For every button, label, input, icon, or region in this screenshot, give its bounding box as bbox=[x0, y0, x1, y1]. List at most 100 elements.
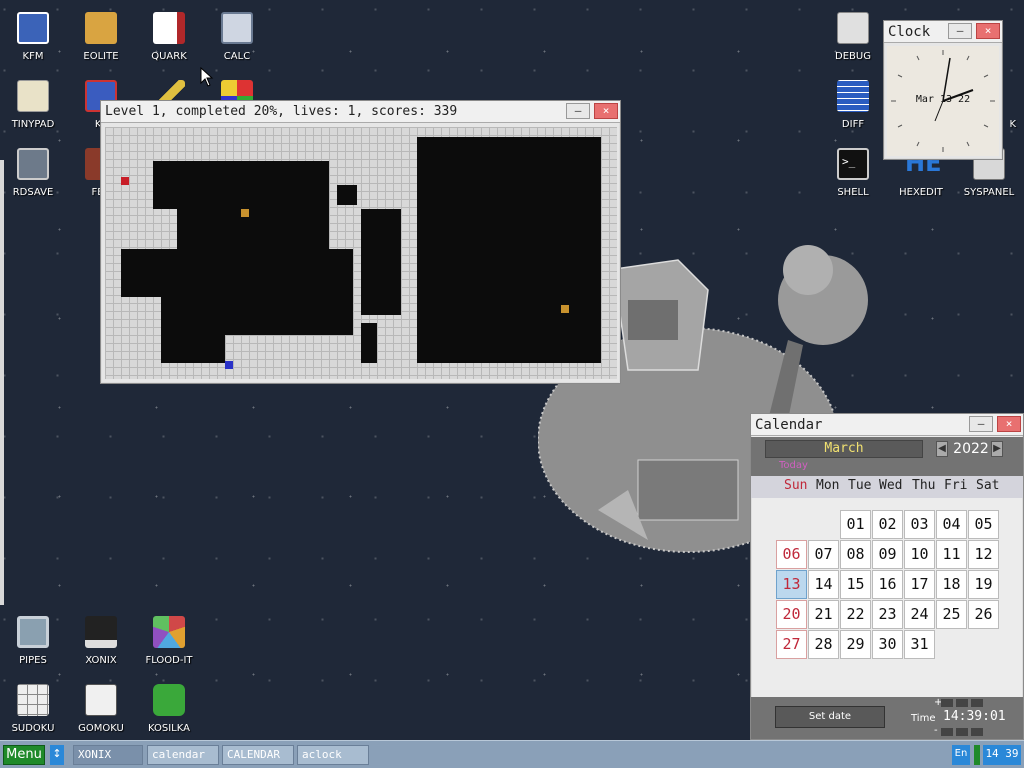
calendar-titlebar[interactable]: Calendar – × bbox=[751, 414, 1023, 436]
calendar-day[interactable]: 26 bbox=[968, 600, 999, 629]
minimize-button[interactable]: – bbox=[969, 416, 993, 432]
set-date-button[interactable]: Set date bbox=[775, 706, 885, 728]
gomoku-icon bbox=[85, 684, 117, 716]
weekday-sat: Sat bbox=[976, 478, 1000, 493]
desktop-icon-kfm[interactable]: KFM bbox=[0, 6, 66, 70]
game-field[interactable] bbox=[105, 127, 617, 379]
desktop-icon-shell[interactable]: >_ SHELL bbox=[820, 142, 886, 206]
calendar-title: Calendar bbox=[755, 417, 823, 433]
captured-area bbox=[417, 137, 601, 363]
calendar-day[interactable]: 17 bbox=[904, 570, 935, 599]
calendar-day[interactable]: 09 bbox=[872, 540, 903, 569]
calendar-day[interactable]: 21 bbox=[808, 600, 839, 629]
weekday-wed: Wed bbox=[879, 478, 903, 493]
terminal-icon: >_ bbox=[837, 148, 869, 180]
calendar-day[interactable]: 08 bbox=[840, 540, 871, 569]
calendar-window[interactable]: Calendar – × March ◀ 2022 ▶ Today Sun Mo… bbox=[750, 413, 1024, 740]
task-calendar-upper[interactable]: CALENDAR bbox=[222, 745, 294, 765]
xonix-icon bbox=[85, 616, 117, 648]
calendar-day[interactable]: 29 bbox=[840, 630, 871, 659]
today-link[interactable]: Today bbox=[779, 460, 808, 471]
captured-area bbox=[161, 327, 225, 363]
desktop-icon-gomoku[interactable]: GOMOKU bbox=[68, 678, 134, 742]
desktop-icon-label: XONIX bbox=[85, 655, 117, 666]
calendar-day[interactable]: 15 bbox=[840, 570, 871, 599]
calendar-day[interactable]: 22 bbox=[840, 600, 871, 629]
folder-icon bbox=[85, 12, 117, 44]
analog-clock-face: Mar 13 22 bbox=[887, 46, 999, 156]
desktop-icon-pipes[interactable]: PIPES bbox=[0, 610, 66, 674]
clock-titlebar[interactable]: Clock – × bbox=[884, 21, 1002, 43]
desktop-icon-calc[interactable]: CALC bbox=[204, 6, 270, 70]
calendar-day[interactable]: 19 bbox=[968, 570, 999, 599]
desktop-icon-rdsave[interactable]: RDSAVE bbox=[0, 142, 66, 206]
desktop-icon-label: EOLITE bbox=[83, 51, 119, 62]
calendar-day[interactable]: 11 bbox=[936, 540, 967, 569]
cursor-block bbox=[225, 361, 233, 369]
desktop-icon-sudoku[interactable]: SUDOKU bbox=[0, 678, 66, 742]
weekday-thu: Thu bbox=[912, 478, 936, 493]
desktop-icon-label: DIFF bbox=[841, 119, 865, 130]
desktop-icon-kosilka[interactable]: KOSILKA bbox=[136, 678, 202, 742]
task-calendar[interactable]: calendar bbox=[147, 745, 219, 765]
calendar-day[interactable]: 13 bbox=[776, 570, 807, 599]
desktop-icon-label: PIPES bbox=[19, 655, 47, 666]
calendar-day[interactable]: 05 bbox=[968, 510, 999, 539]
calendar-day[interactable]: 20 bbox=[776, 600, 807, 629]
calendar-day[interactable]: 07 bbox=[808, 540, 839, 569]
calendar-day[interactable]: 30 bbox=[872, 630, 903, 659]
calendar-day[interactable]: 06 bbox=[776, 540, 807, 569]
captured-area bbox=[337, 185, 357, 205]
time-decrement-buttons[interactable] bbox=[941, 728, 983, 736]
minimize-button[interactable]: – bbox=[948, 23, 972, 39]
calendar-day[interactable]: 24 bbox=[904, 600, 935, 629]
calendar-day[interactable]: 03 bbox=[904, 510, 935, 539]
year-next-button[interactable]: ▶ bbox=[991, 441, 1003, 457]
calendar-day[interactable]: 16 bbox=[872, 570, 903, 599]
taskbar-clock[interactable]: 14 39 bbox=[983, 745, 1021, 765]
task-aclock[interactable]: aclock bbox=[297, 745, 369, 765]
desktop-icon-flood-it[interactable]: FLOOD-IT bbox=[136, 610, 202, 674]
minimize-button[interactable]: – bbox=[566, 103, 590, 119]
calendar-day[interactable]: 02 bbox=[872, 510, 903, 539]
desktop-icon-tinypad[interactable]: TINYPAD bbox=[0, 74, 66, 138]
desktop-icon-label: FLOOD-IT bbox=[145, 655, 193, 666]
desktop-icon-eolite[interactable]: EOLITE bbox=[68, 6, 134, 70]
time-value[interactable]: 14:39:01 bbox=[943, 709, 1006, 724]
desktop-icon-label: CALC bbox=[223, 51, 251, 62]
calendar-day[interactable]: 23 bbox=[872, 600, 903, 629]
calendar-day[interactable]: 28 bbox=[808, 630, 839, 659]
desktop-icon-quark[interactable]: QUARK bbox=[136, 6, 202, 70]
player-marker bbox=[121, 177, 129, 185]
calendar-day[interactable]: 25 bbox=[936, 600, 967, 629]
desktop-icon-debug[interactable]: DEBUG bbox=[820, 6, 886, 70]
calendar-day[interactable]: 04 bbox=[936, 510, 967, 539]
desktop-icon-xonix[interactable]: XONIX bbox=[68, 610, 134, 674]
calendar-day[interactable]: 01 bbox=[840, 510, 871, 539]
xonix-titlebar[interactable]: Level 1, completed 20%, lives: 1, scores… bbox=[101, 101, 620, 123]
calendar-day[interactable]: 18 bbox=[936, 570, 967, 599]
language-indicator[interactable]: En bbox=[952, 745, 970, 765]
xonix-window[interactable]: Level 1, completed 20%, lives: 1, scores… bbox=[100, 100, 621, 384]
menu-button[interactable]: Menu bbox=[3, 745, 45, 765]
desktop-icon-label: KOSILKA bbox=[148, 723, 190, 734]
calendar-day[interactable]: 31 bbox=[904, 630, 935, 659]
month-selector[interactable]: March bbox=[765, 440, 923, 458]
calendar-day[interactable]: 27 bbox=[776, 630, 807, 659]
task-xonix[interactable]: XONIX bbox=[73, 745, 143, 765]
window-switch-icon[interactable]: ↕ bbox=[50, 745, 64, 765]
calendar-day[interactable]: 14 bbox=[808, 570, 839, 599]
desktop-icon-label: RDSAVE bbox=[12, 187, 54, 198]
clock-window[interactable]: Clock – × Mar 13 22 bbox=[883, 20, 1003, 160]
calendar-day[interactable]: 10 bbox=[904, 540, 935, 569]
close-button[interactable]: × bbox=[976, 23, 1000, 39]
close-button[interactable]: × bbox=[594, 103, 618, 119]
flood-it-icon bbox=[153, 616, 185, 648]
year-prev-button[interactable]: ◀ bbox=[936, 441, 948, 457]
desktop-icon-diff[interactable]: DIFF bbox=[820, 74, 886, 138]
calendar-day[interactable]: 12 bbox=[968, 540, 999, 569]
close-button[interactable]: × bbox=[997, 416, 1021, 432]
time-increment-buttons[interactable] bbox=[941, 699, 983, 707]
status-indicator bbox=[974, 745, 980, 765]
desktop-icon-label: DEBUG bbox=[835, 51, 871, 62]
